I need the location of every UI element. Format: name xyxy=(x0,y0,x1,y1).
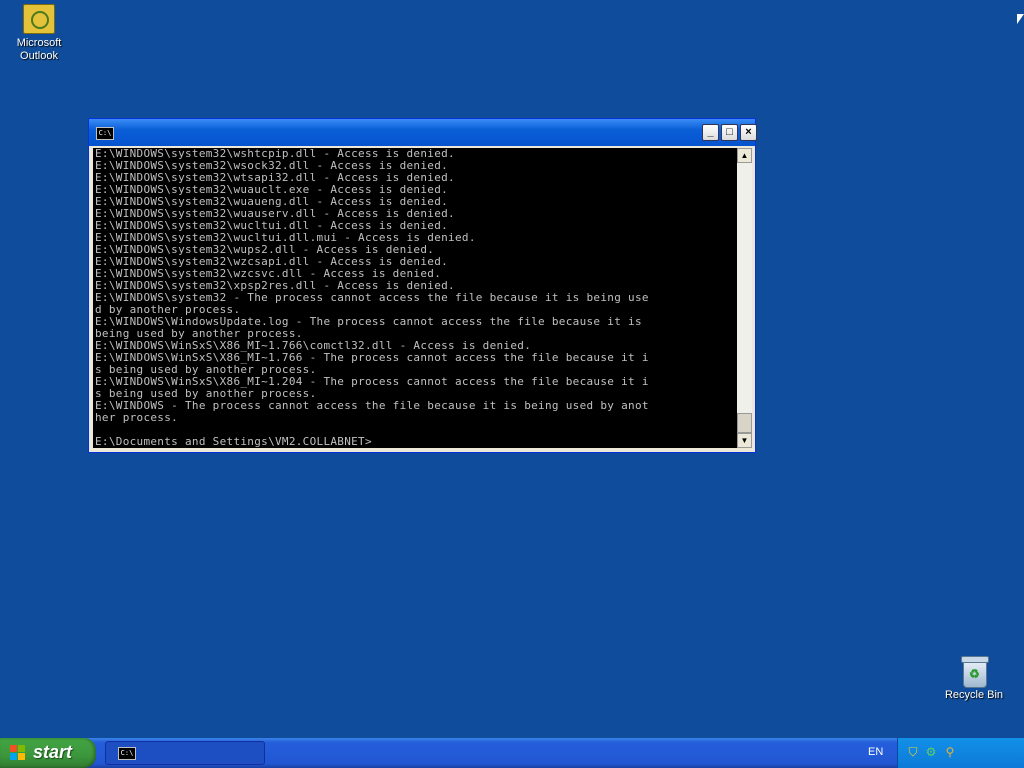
vertical-scrollbar[interactable]: ▲ ▼ xyxy=(737,148,752,448)
close-button[interactable]: × xyxy=(740,124,757,141)
mouse-cursor-icon xyxy=(1017,14,1024,24)
console-line: E:\Documents and Settings\VM2.COLLABNET> xyxy=(95,435,372,448)
recycle-bin-label: Recycle Bin xyxy=(944,689,1004,701)
security-shield-icon[interactable]: ⛉ xyxy=(906,745,920,759)
taskbar: start C:\ EN ⛉ ⚙ ⚲ xyxy=(0,738,1024,768)
console-line: her process. xyxy=(95,411,179,424)
minimize-button[interactable]: _ xyxy=(702,124,719,141)
desktop-icon-recycle-bin[interactable]: ♻ Recycle Bin xyxy=(935,656,1013,702)
console-output[interactable]: E:\WINDOWS\system32\wshtcpip.dll - Acces… xyxy=(93,148,739,448)
start-label: start xyxy=(33,742,73,762)
maximize-button[interactable]: □ xyxy=(721,124,738,141)
system-tray: ⛉ ⚙ ⚲ xyxy=(897,738,1024,768)
console-system-icon[interactable]: C:\ xyxy=(96,127,114,140)
desktop-icon-label: Microsoft Outlook xyxy=(0,37,78,63)
scroll-up-button[interactable]: ▲ xyxy=(737,148,752,163)
scroll-thumb[interactable] xyxy=(737,413,752,433)
start-button[interactable]: start xyxy=(0,738,96,768)
search-icon[interactable]: ⚲ xyxy=(943,745,957,759)
recycle-symbol-icon: ♻ xyxy=(969,667,980,681)
console-task-icon: C:\ xyxy=(118,747,136,760)
window-titlebar[interactable]: C:\ _ □ × xyxy=(89,119,757,146)
language-indicator[interactable]: EN xyxy=(868,746,883,758)
outlook-icon xyxy=(23,4,55,34)
outlook-label-line2: Outlook xyxy=(20,50,58,62)
console-window[interactable]: C:\ _ □ × E:\WINDOWS\system32\wshtcpip.d… xyxy=(88,118,757,453)
windows-flag-icon xyxy=(10,745,26,761)
taskbar-button-console[interactable]: C:\ xyxy=(105,741,265,765)
outlook-label-line1: Microsoft xyxy=(16,37,62,49)
network-icon[interactable]: ⚙ xyxy=(924,745,938,759)
console-line: E:\WINDOWS - The process cannot access t… xyxy=(95,399,649,412)
desktop-icon-outlook[interactable]: Microsoft Outlook xyxy=(0,4,78,63)
bin-lid xyxy=(961,656,989,663)
scroll-down-button[interactable]: ▼ xyxy=(737,433,752,448)
recycle-bin-icon: ♻ xyxy=(961,656,989,688)
